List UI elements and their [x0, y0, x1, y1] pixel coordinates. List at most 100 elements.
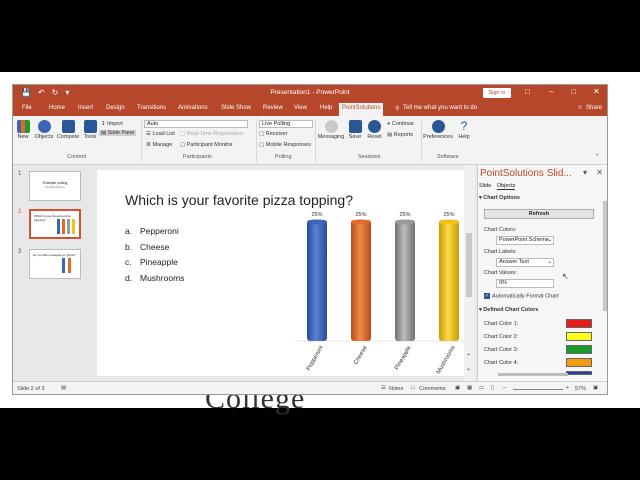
tab-insert[interactable]: Insert	[78, 105, 93, 111]
pane-close-icon[interactable]: ✕	[596, 168, 603, 177]
chart-color-swatch-2[interactable]	[566, 332, 592, 341]
share-button[interactable]: Share	[586, 105, 602, 111]
thumbnail-slide-3[interactable]: Do you like pineapple on pizza?	[29, 249, 81, 279]
ribbon-display-icon[interactable]: □	[525, 87, 530, 96]
fit-slide-icon[interactable]: ▣	[593, 385, 598, 391]
slide-canvas[interactable]: Which is your favorite pizza topping? a.…	[97, 170, 467, 376]
spellcheck-icon[interactable]: ▤	[61, 385, 66, 391]
reading-view-icon[interactable]: ▭	[479, 385, 484, 391]
chart-values-value: 0%	[499, 280, 507, 286]
reset-button[interactable]: Reset	[366, 120, 383, 140]
zoom-out-icon[interactable]: –	[503, 385, 506, 391]
chart-bar-cap	[307, 219, 327, 225]
thumbnail-bar	[57, 219, 60, 234]
pane-scrollbar[interactable]	[603, 201, 607, 311]
group-label-software: Software	[437, 154, 459, 160]
tab-help[interactable]: Help	[320, 105, 332, 111]
tab-review[interactable]: Review	[263, 105, 283, 111]
chart-color-swatch-1[interactable]	[566, 319, 592, 328]
objects-icon	[37, 120, 51, 133]
tab-pointsolutions[interactable]: PointSolutions	[339, 103, 384, 116]
pane-options-icon[interactable]: ▾	[583, 168, 587, 177]
pane-tab-slide[interactable]: Slide	[479, 183, 491, 189]
thumbnail-number: 2	[18, 209, 22, 215]
answer-item: a. Pepperoni	[125, 226, 184, 242]
new-button[interactable]: New	[16, 120, 30, 140]
answer-item: c. Pineapple	[125, 257, 184, 273]
tab-view[interactable]: View	[294, 105, 307, 111]
tab-design[interactable]: Design	[106, 105, 125, 111]
question-mark-icon: ?	[460, 119, 468, 133]
polling-mode-select[interactable]: Live Polling	[259, 120, 313, 128]
maximize-icon[interactable]: □	[571, 87, 576, 96]
pane-tab-objects[interactable]: Objects	[496, 183, 516, 190]
answer-text: Cheese	[140, 241, 170, 252]
normal-view-icon[interactable]: ▣	[455, 385, 460, 391]
response-chart[interactable]: 25% Pepperoni 25% Cheese 25% Pineapple 25% Mush…	[277, 170, 467, 376]
reports-icon: ▤	[387, 132, 394, 138]
help-button[interactable]: ? Help	[456, 119, 472, 141]
notes-button[interactable]: Notes	[389, 386, 403, 392]
objects-button[interactable]: Objects	[33, 120, 55, 140]
tab-animations[interactable]: Animations	[178, 105, 208, 111]
import-button[interactable]: ↧ Import	[101, 121, 123, 127]
slide-vertical-scrollbar[interactable]: ⌃ ⌄	[464, 165, 475, 381]
mouse-cursor-icon: ↖	[562, 272, 569, 281]
chart-color-swatch-3[interactable]	[566, 345, 592, 354]
collapse-ribbon-icon[interactable]: ⌃	[595, 154, 600, 160]
mobile-responses-button[interactable]: ▢ Mobile Responses	[259, 142, 311, 148]
group-label-participants: Participants	[183, 154, 212, 160]
defined-colors-header[interactable]: ▾ Defined Chart Colors	[479, 307, 538, 313]
pane-tabs: Slide Objects	[479, 183, 516, 190]
thumbnail-slide-1[interactable]: Example polling PointSolutions	[29, 171, 81, 201]
chart-color-swatch-5[interactable]	[566, 371, 592, 375]
minimize-icon[interactable]: –	[549, 87, 553, 96]
participant-mode-value: Auto	[147, 121, 159, 127]
previous-slide-icon[interactable]: ⌃	[466, 353, 471, 360]
thumbnail-bar	[72, 219, 75, 234]
tools-button[interactable]: Tools	[81, 120, 99, 140]
zoom-in-icon[interactable]: +	[566, 385, 569, 391]
participant-mode-select[interactable]: Auto	[144, 120, 248, 128]
slideshow-icon[interactable]: ▯	[491, 385, 494, 391]
messaging-button[interactable]: Messaging	[317, 120, 345, 140]
auto-format-checkbox[interactable]: ✓ Automatically Format Chart	[484, 293, 559, 299]
chart-color-swatch-4[interactable]	[566, 358, 592, 367]
chart-colors-select[interactable]: PowerPoint Scheme ⌄	[496, 236, 554, 245]
zoom-level[interactable]: 57%	[575, 386, 586, 392]
thumbnail-bar	[67, 219, 70, 234]
tab-home[interactable]: Home	[49, 105, 65, 111]
refresh-button[interactable]: Refresh	[484, 209, 594, 219]
slide-sorter-icon[interactable]: ▦	[467, 385, 472, 391]
compete-button[interactable]: Compete	[56, 120, 80, 140]
pane-horizontal-scrollbar[interactable]	[498, 373, 568, 376]
share-icon: ☺	[577, 105, 584, 111]
receiver-button[interactable]: ▢ Receiver	[259, 131, 287, 137]
scroll-thumb[interactable]	[466, 233, 472, 297]
preferences-button[interactable]: Preferences	[423, 120, 453, 140]
group-label-sessions: Sessions	[358, 154, 381, 160]
chart-labels-select[interactable]: Answer Text ⌄	[496, 258, 554, 267]
slide-pane-button[interactable]: ▤ Slide Pane	[99, 130, 137, 136]
answer-list[interactable]: a. Pepperoni b. Cheese c. Pineapple d. Mushr…	[125, 226, 184, 288]
participant-monitor-button[interactable]: ▢ Participant Monitor	[180, 142, 233, 148]
next-slide-icon[interactable]: ⌄	[466, 365, 471, 372]
sign-in-button[interactable]: Sign in	[483, 88, 511, 98]
thumbnail-slide-2[interactable]: Which is your favorite pizza topping?	[29, 209, 81, 239]
tab-file[interactable]: File	[22, 105, 32, 111]
comments-button[interactable]: Comments	[419, 386, 446, 392]
reports-button[interactable]: ▤ Reports	[387, 132, 413, 138]
answer-letter: c.	[125, 257, 132, 267]
realtime-registration-button[interactable]: ▢ Real-Time Registration	[180, 131, 243, 137]
save-session-button[interactable]: Save	[347, 120, 363, 140]
tell-me-search[interactable]: Tell me what you want to do	[403, 105, 477, 111]
close-icon[interactable]: ✕	[593, 87, 600, 96]
chart-options-header[interactable]: ▾ Chart Options	[479, 195, 520, 201]
tab-slide-show[interactable]: Slide Show	[221, 105, 251, 111]
continue-button[interactable]: ● Continue	[387, 121, 414, 127]
tab-transitions[interactable]: Transitions	[137, 105, 166, 111]
load-list-button[interactable]: ☰ Load List	[146, 131, 175, 137]
manage-button[interactable]: ⚙ Manage	[146, 142, 172, 148]
chart-values-select[interactable]: 0%	[496, 279, 554, 288]
zoom-slider[interactable]	[513, 389, 563, 390]
